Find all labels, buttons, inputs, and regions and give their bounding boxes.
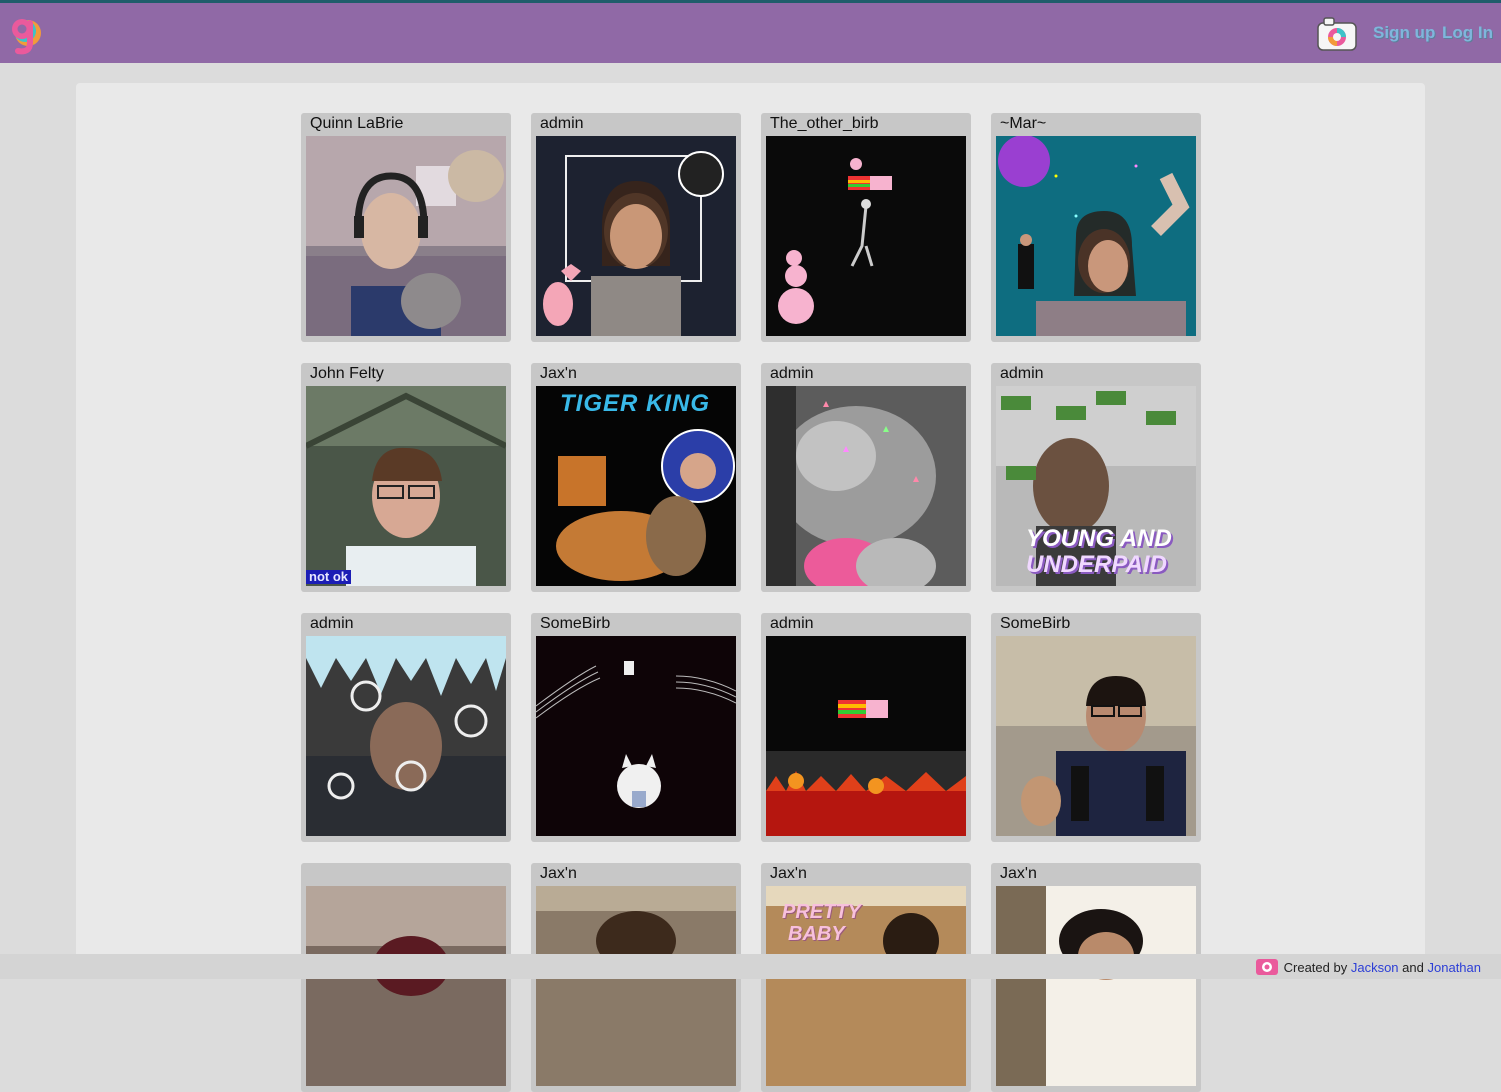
gallery-card[interactable]: SomeBirb bbox=[531, 613, 741, 842]
gallery-photo[interactable] bbox=[766, 136, 966, 336]
overlay-text: TIGER KING bbox=[560, 390, 711, 417]
card-username: admin bbox=[770, 615, 814, 632]
overlay-text: YOUNG AND bbox=[1026, 525, 1172, 552]
card-username: admin bbox=[310, 615, 354, 632]
card-username: John Felty bbox=[310, 365, 384, 382]
gallery-card[interactable]: admin bbox=[761, 363, 971, 592]
card-username: ~Mar~ bbox=[1000, 115, 1047, 132]
top-navbar: Sign up Log In bbox=[0, 3, 1501, 63]
card-username: admin bbox=[540, 115, 584, 132]
card-username: Jax'n bbox=[540, 365, 577, 382]
gallery-photo[interactable] bbox=[996, 636, 1196, 836]
gallery-card[interactable]: The_other_birb bbox=[761, 113, 971, 342]
signup-link[interactable]: Sign up bbox=[1373, 23, 1435, 43]
camera-icon[interactable] bbox=[1316, 16, 1358, 52]
gallery-card[interactable]: admin bbox=[301, 613, 511, 842]
gallery-photo[interactable] bbox=[766, 386, 966, 586]
overlay-text: not ok bbox=[306, 570, 351, 584]
gallery-photo[interactable]: TIGER KING bbox=[536, 386, 736, 586]
gallery-photo[interactable] bbox=[536, 886, 736, 1086]
author-link-jonathan[interactable]: Jonathan bbox=[1428, 960, 1482, 975]
card-username: Jax'n bbox=[1000, 865, 1037, 882]
gallery-photo[interactable] bbox=[996, 886, 1196, 1086]
gallery-card[interactable]: Quinn LaBrie bbox=[301, 113, 511, 342]
github-icon bbox=[1255, 959, 1278, 975]
card-username: SomeBirb bbox=[1000, 615, 1071, 632]
footer-and: and bbox=[1402, 960, 1424, 975]
gallery-card[interactable]: admin YOUNG AND UNDERPAID bbox=[991, 363, 1201, 592]
gallery-card[interactable]: admin bbox=[531, 113, 741, 342]
gallery-card[interactable]: SomeBirb bbox=[991, 613, 1201, 842]
gallery-card[interactable]: John Felty not ok bbox=[301, 363, 511, 592]
gallery-card[interactable]: ~Mar~ bbox=[991, 113, 1201, 342]
gallery-photo[interactable]: not ok bbox=[306, 386, 506, 586]
overlay-text: PRETTY bbox=[782, 901, 861, 923]
gallery-photo[interactable] bbox=[536, 136, 736, 336]
gallery-card[interactable]: Jax'n TIGER KING bbox=[531, 363, 741, 592]
card-username: Jax'n bbox=[540, 865, 577, 882]
card-username: Quinn LaBrie bbox=[310, 115, 404, 132]
overlay-text: UNDERPAID bbox=[1026, 551, 1167, 578]
footer-credits: Created by Jackson and Jonathan bbox=[1255, 959, 1482, 975]
author-link-jackson[interactable]: Jackson bbox=[1351, 960, 1399, 975]
card-username: The_other_birb bbox=[770, 115, 879, 132]
gallery-photo[interactable] bbox=[306, 136, 506, 336]
gallery-photo[interactable]: YOUNG AND UNDERPAID bbox=[996, 386, 1196, 586]
gallery-photo[interactable] bbox=[766, 636, 966, 836]
card-username: SomeBirb bbox=[540, 615, 611, 632]
card-username: admin bbox=[1000, 365, 1044, 382]
login-link[interactable]: Log In bbox=[1442, 23, 1493, 43]
card-username: Jax'n bbox=[770, 865, 807, 882]
gallery-panel: Quinn LaBrie admin The_other_birb ~Mar~ … bbox=[76, 83, 1425, 1092]
card-username: admin bbox=[770, 365, 814, 382]
overlay-text: BABY bbox=[788, 923, 845, 945]
gallery-photo[interactable] bbox=[996, 136, 1196, 336]
gallery-photo[interactable] bbox=[306, 886, 506, 1086]
footer-created-by: Created by bbox=[1283, 960, 1348, 975]
gallery-photo[interactable] bbox=[536, 636, 736, 836]
gallery-card[interactable]: admin bbox=[761, 613, 971, 842]
gallery-photo[interactable]: PRETTY BABY bbox=[766, 886, 966, 1086]
gallery-photo[interactable] bbox=[306, 636, 506, 836]
app-logo-icon[interactable] bbox=[8, 13, 44, 55]
footer: Created by Jackson and Jonathan bbox=[0, 954, 1501, 979]
